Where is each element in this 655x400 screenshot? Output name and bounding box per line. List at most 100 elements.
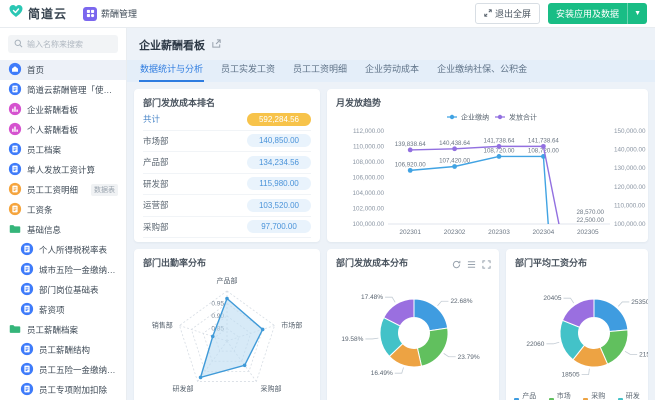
svg-text:16.49%: 16.49% bbox=[371, 370, 393, 377]
svg-text:19.58%: 19.58% bbox=[341, 336, 363, 343]
svg-text:17.48%: 17.48% bbox=[361, 294, 383, 301]
share-icon[interactable] bbox=[211, 36, 222, 54]
svg-text:100,000.00: 100,000.00 bbox=[352, 221, 384, 228]
svg-text:产品部: 产品部 bbox=[217, 276, 238, 285]
svg-text:150,000.00: 150,000.00 bbox=[614, 128, 646, 135]
tab-bar: 数据统计与分析员工实发工资员工工资明细企业劳动成本企业缴纳社保、公积金 bbox=[127, 60, 655, 82]
ranking-value: 103,520.00 bbox=[247, 199, 311, 212]
svg-text:106,000.00: 106,000.00 bbox=[352, 175, 384, 182]
svg-text:采购部: 采购部 bbox=[261, 384, 282, 393]
sidebar-item-0[interactable]: 首页 bbox=[0, 60, 126, 80]
card-title-trend: 月发放趋势 bbox=[336, 96, 639, 109]
doc-icon bbox=[8, 202, 22, 216]
chart-icon bbox=[8, 102, 22, 116]
tab-1[interactable]: 员工实发工资 bbox=[220, 58, 276, 82]
sidebar-item-6[interactable]: 员工工资明细数据表 bbox=[0, 180, 126, 200]
main-content: 企业薪酬看板 数据统计与分析员工实发工资员工工资明细企业劳动成本企业缴纳社保、公… bbox=[127, 28, 655, 400]
ranking-row-2[interactable]: 产品部134,234.56 bbox=[143, 152, 311, 174]
doc-icon bbox=[20, 382, 34, 396]
svg-text:202303: 202303 bbox=[488, 229, 510, 236]
svg-text:130,000.00: 130,000.00 bbox=[614, 165, 646, 172]
chart-icon bbox=[8, 122, 22, 136]
sidebar-item-3[interactable]: 个人薪酬看板 bbox=[0, 120, 126, 140]
card-avg-salary-distribution: 部门平均工资分布 2535021508185052206020405 产品部市场… bbox=[506, 249, 648, 400]
ranking-value: 115,980.00 bbox=[247, 177, 311, 190]
tab-2[interactable]: 员工工资明细 bbox=[292, 58, 348, 82]
svg-text:28,570.00: 28,570.00 bbox=[576, 209, 604, 216]
sidebar-item-9[interactable]: 个人所得税税率表 bbox=[0, 240, 126, 260]
svg-text:202301: 202301 bbox=[399, 229, 421, 236]
svg-text:110,000.00: 110,000.00 bbox=[353, 144, 385, 151]
sidebar-item-5[interactable]: 单人发放工资计算 bbox=[0, 160, 126, 180]
svg-text:112,000.00: 112,000.00 bbox=[353, 128, 385, 135]
exit-fullscreen-label: 退出全屏 bbox=[495, 7, 531, 20]
home-icon bbox=[8, 62, 22, 76]
sidebar: 输入名称来搜索 首页简道云薪酬管理「使用说明」企业薪酬看板个人薪酬看板员工档案单… bbox=[0, 28, 127, 400]
svg-text:141,738.64: 141,738.64 bbox=[484, 137, 516, 144]
tab-3[interactable]: 企业劳动成本 bbox=[364, 58, 420, 82]
jiandaoyun-logo[interactable]: 简道云 bbox=[8, 3, 67, 24]
refresh-icon[interactable] bbox=[452, 256, 461, 274]
sidebar-item-1[interactable]: 简道云薪酬管理「使用说明」 bbox=[0, 80, 126, 100]
svg-text:140,438.64: 140,438.64 bbox=[439, 140, 471, 147]
svg-text:100,000.00: 100,000.00 bbox=[614, 221, 646, 228]
svg-text:18505: 18505 bbox=[562, 372, 580, 379]
sidebar-item-8[interactable]: 基础信息 bbox=[0, 220, 126, 240]
jiandaoyun-logo-icon bbox=[8, 3, 24, 24]
legend-item[interactable]: 研发部 bbox=[618, 391, 645, 400]
svg-text:22.68%: 22.68% bbox=[450, 298, 472, 305]
doc-icon bbox=[8, 182, 22, 196]
svg-text:140,000.00: 140,000.00 bbox=[614, 147, 646, 154]
svg-text:23.79%: 23.79% bbox=[458, 354, 480, 361]
sidebar-item-11[interactable]: 部门岗位基础表 bbox=[0, 280, 126, 300]
svg-text:110,000.00: 110,000.00 bbox=[614, 202, 646, 209]
list-view-icon[interactable] bbox=[467, 256, 476, 274]
legend-item[interactable]: 采购部 bbox=[583, 391, 610, 400]
svg-text:106,920.00: 106,920.00 bbox=[395, 161, 427, 168]
sidebar-item-10[interactable]: 城市五险一金缴纳比例 bbox=[0, 260, 126, 280]
ranking-row-3[interactable]: 研发部115,980.00 bbox=[143, 174, 311, 196]
line-chart[interactable]: 112,000.00110,000.00108,000.00106,000.00… bbox=[336, 109, 639, 242]
install-app-button[interactable]: 安装应用及数据 ▼ bbox=[548, 3, 647, 24]
exit-fullscreen-button[interactable]: 退出全屏 bbox=[475, 3, 540, 24]
doc-icon bbox=[20, 282, 34, 296]
sidebar-item-16[interactable]: 员工专项附加扣除 bbox=[0, 380, 126, 400]
app-icon bbox=[83, 7, 97, 21]
ranking-row-0[interactable]: 共计592,284.56 bbox=[143, 109, 311, 131]
sidebar-item-14[interactable]: 员工薪酬结构 bbox=[0, 340, 126, 360]
svg-text:发放合计: 发放合计 bbox=[509, 113, 537, 122]
current-app-chip[interactable]: 薪酬管理 bbox=[83, 7, 137, 21]
sidebar-item-label: 城市五险一金缴纳比例 bbox=[39, 264, 118, 276]
ranking-row-5[interactable]: 采购部97,700.00 bbox=[143, 217, 311, 239]
sidebar-item-12[interactable]: 薪资项 bbox=[0, 300, 126, 320]
donut-chart-cost[interactable]: 22.68% 23.79% 16.49% 19.58% 17.48% bbox=[336, 269, 490, 400]
sidebar-item-13[interactable]: 员工薪酬档案 bbox=[0, 320, 126, 340]
radar-chart[interactable]: 0.950.900.85产品部市场部采购部研发部销售部 bbox=[143, 269, 311, 400]
sidebar-item-label: 首页 bbox=[27, 64, 118, 76]
chevron-down-icon[interactable]: ▼ bbox=[627, 3, 647, 24]
tab-4[interactable]: 企业缴纳社保、公积金 bbox=[436, 58, 528, 82]
sidebar-item-15[interactable]: 员工五险一金缴纳基数 bbox=[0, 360, 126, 380]
legend-item[interactable]: 产品部 bbox=[514, 391, 541, 400]
top-bar: 简道云 薪酬管理 退出全屏 安装应用及数据 ▼ bbox=[0, 0, 655, 28]
app-name: 薪酬管理 bbox=[101, 7, 137, 20]
card-monthly-trend: 月发放趋势 112,000.00110,000.00108,000.00106,… bbox=[327, 89, 648, 242]
legend-item[interactable]: 市场部 bbox=[549, 391, 576, 400]
fullscreen-icon[interactable] bbox=[482, 256, 491, 274]
sidebar-item-label: 员工专项附加扣除 bbox=[39, 384, 118, 396]
tab-0[interactable]: 数据统计与分析 bbox=[139, 58, 204, 82]
sidebar-search-input[interactable]: 输入名称来搜索 bbox=[8, 35, 118, 53]
ranking-row-1[interactable]: 市场部140,850.00 bbox=[143, 131, 311, 153]
sidebar-item-2[interactable]: 企业薪酬看板 bbox=[0, 100, 126, 120]
doc-icon bbox=[8, 162, 22, 176]
donut-salary-legend: 产品部市场部采购部研发部 bbox=[514, 391, 644, 400]
install-app-label: 安装应用及数据 bbox=[548, 3, 627, 24]
svg-text:21508: 21508 bbox=[639, 351, 648, 358]
donut-chart-salary[interactable]: 2535021508185052206020405 bbox=[515, 269, 639, 400]
sidebar-item-4[interactable]: 员工档案 bbox=[0, 140, 126, 160]
sidebar-item-label: 员工工资明细 bbox=[27, 184, 86, 196]
ranking-row-4[interactable]: 运营部103,520.00 bbox=[143, 195, 311, 217]
data-table-badge: 数据表 bbox=[91, 184, 118, 196]
card-title-ranking: 部门发放成本排名 bbox=[143, 96, 311, 109]
sidebar-item-7[interactable]: 工资条 bbox=[0, 200, 126, 220]
